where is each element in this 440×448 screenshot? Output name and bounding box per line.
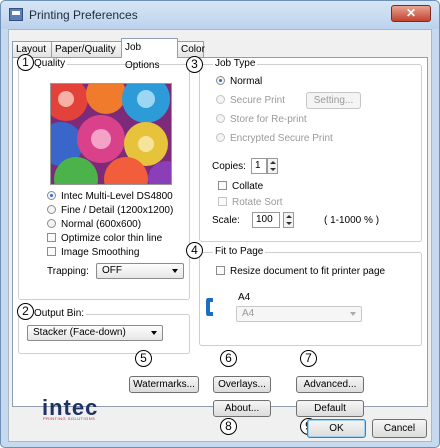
chevron-down-icon — [172, 269, 178, 273]
checkbox-label: Resize document to fit printer page — [230, 266, 386, 277]
trapping-select[interactable]: OFF — [96, 263, 184, 279]
tab-layout[interactable]: Layout — [12, 41, 52, 57]
callout-2: 2 — [17, 303, 34, 320]
quality-preview-image — [50, 83, 172, 185]
output-bin-value: Stacker (Face-down) — [33, 327, 126, 338]
default-button[interactable]: Default — [296, 400, 364, 417]
callout-4: 4 — [186, 242, 203, 259]
ok-button[interactable]: OK — [307, 419, 366, 438]
watermarks-button[interactable]: Watermarks... — [129, 376, 199, 393]
quality-option-normal[interactable]: Normal (600x600) — [47, 219, 141, 230]
trapping-label: Trapping: — [47, 266, 89, 277]
fit-to-page-group: Fit to Page Resize document to fit print… — [199, 246, 422, 346]
rose-image — [51, 84, 171, 184]
radio-selected-icon — [47, 191, 56, 200]
checkbox-icon — [216, 266, 225, 275]
setting-button[interactable]: Setting... — [306, 92, 361, 109]
radio-icon — [216, 133, 225, 142]
option-label: Intec Multi-Level DS4800 — [61, 191, 173, 202]
callout-3: 3 — [186, 56, 203, 73]
cancel-button[interactable]: Cancel — [372, 419, 427, 438]
image-smoothing-checkbox[interactable]: Image Smoothing — [47, 247, 139, 258]
copies-input[interactable]: 1 — [251, 158, 267, 174]
dialog-body: Layout Paper/Quality Job Options Color Q… — [8, 29, 432, 442]
callout-8: 8 — [220, 418, 237, 435]
scale-range-label: ( 1-1000 % ) — [324, 215, 380, 226]
option-label: Secure Print — [230, 95, 286, 106]
option-label: Normal (600x600) — [61, 219, 142, 230]
job-type-store-reprint[interactable]: Store for Re-print — [216, 114, 307, 125]
trapping-value: OFF — [102, 265, 122, 276]
output-bin-group: Output Bin: Stacker (Face-down) — [18, 308, 190, 354]
printer-app-icon — [9, 8, 23, 21]
tab-paper-quality[interactable]: Paper/Quality — [51, 41, 122, 57]
job-type-secure-print[interactable]: Secure Print — [216, 95, 285, 106]
checkbox-icon — [218, 181, 227, 190]
about-button[interactable]: About... — [213, 400, 271, 417]
checkbox-label: Optimize color thin line — [61, 233, 163, 244]
paper-size-select[interactable]: A4 — [236, 306, 362, 322]
job-options-panel: Quality Intec Multi-Level DS4800 Fine / … — [12, 54, 428, 435]
resize-document-checkbox[interactable]: Resize document to fit printer page — [216, 266, 385, 277]
tab-color[interactable]: Color — [177, 41, 205, 57]
scale-input[interactable]: 100 — [252, 212, 280, 228]
callout-6: 6 — [220, 350, 237, 367]
callout-7: 7 — [300, 350, 317, 367]
window-title: Printing Preferences — [29, 8, 138, 22]
option-label: Encrypted Secure Print — [230, 133, 333, 144]
overlays-button[interactable]: Overlays... — [213, 376, 271, 393]
paper-size-label: A4 — [238, 292, 251, 303]
checkbox-label: Collate — [232, 181, 264, 192]
radio-icon — [47, 205, 56, 214]
page-fit-icon — [206, 298, 213, 316]
scale-spinner[interactable] — [283, 212, 294, 228]
callout-5: 5 — [135, 350, 152, 367]
copies-label: Copies: — [212, 161, 246, 172]
callout-1: 1 — [17, 54, 34, 71]
printing-preferences-window: Printing Preferences ✕ Layout Paper/Qual… — [0, 0, 440, 448]
checkbox-icon — [218, 197, 227, 206]
option-label: Fine / Detail (1200x1200) — [61, 205, 174, 216]
output-bin-select[interactable]: Stacker (Face-down) — [27, 325, 163, 341]
advanced-button[interactable]: Advanced... — [296, 376, 364, 393]
output-bin-title: Output Bin: — [32, 308, 87, 319]
quality-group: Quality Intec Multi-Level DS4800 Fine / … — [18, 58, 190, 300]
job-type-group: Job Type Normal Secure Print Setting... … — [199, 58, 422, 242]
radio-icon — [216, 114, 225, 123]
optimize-thin-line-checkbox[interactable]: Optimize color thin line — [47, 233, 162, 244]
checkbox-label: Image Smoothing — [61, 247, 140, 258]
checkbox-icon — [47, 233, 56, 242]
chevron-down-icon — [151, 331, 157, 335]
paper-size-value: A4 — [242, 308, 255, 319]
quality-option-fine[interactable]: Fine / Detail (1200x1200) — [47, 205, 173, 216]
quality-option-ds4800[interactable]: Intec Multi-Level DS4800 — [47, 191, 173, 202]
scale-label: Scale: — [212, 215, 240, 226]
radio-selected-icon — [216, 76, 225, 85]
checkbox-icon — [47, 247, 56, 256]
radio-icon — [47, 219, 56, 228]
chevron-down-icon — [350, 312, 356, 316]
copies-spinner[interactable] — [267, 158, 278, 174]
rotate-sort-checkbox[interactable]: Rotate Sort — [218, 197, 283, 208]
job-type-title: Job Type — [213, 58, 258, 69]
checkbox-label: Rotate Sort — [232, 197, 283, 208]
collate-checkbox[interactable]: Collate — [218, 181, 263, 192]
fit-to-page-title: Fit to Page — [213, 246, 266, 257]
option-label: Store for Re-print — [230, 114, 307, 125]
close-button[interactable]: ✕ — [391, 5, 431, 22]
intec-logo-tagline: PRINTING SOLUTIONS — [43, 416, 96, 421]
option-label: Normal — [230, 76, 263, 87]
job-type-normal[interactable]: Normal — [216, 76, 262, 87]
quality-group-title: Quality — [32, 58, 68, 69]
job-type-encrypted-secure[interactable]: Encrypted Secure Print — [216, 133, 333, 144]
radio-icon — [216, 95, 225, 104]
tab-job-options[interactable]: Job Options — [121, 38, 178, 71]
title-bar[interactable]: Printing Preferences ✕ — [1, 1, 439, 29]
